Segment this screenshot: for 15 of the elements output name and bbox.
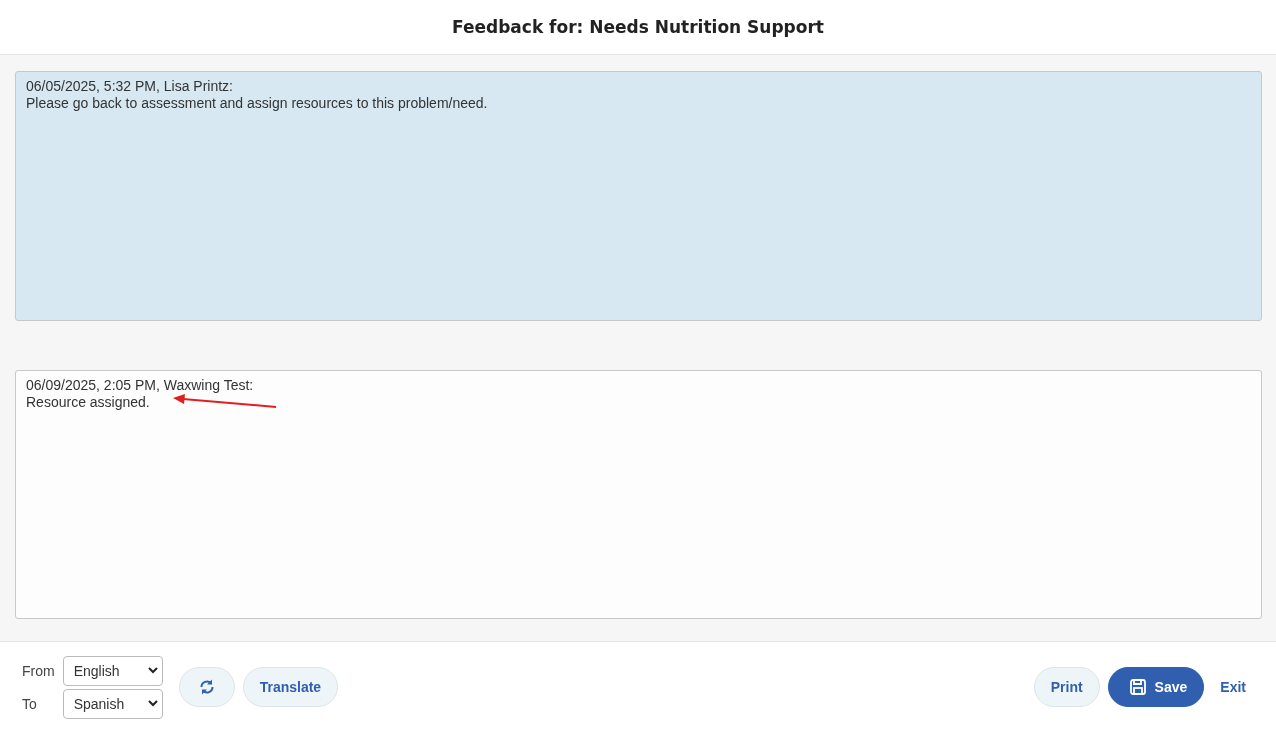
to-select[interactable]: Spanish [62, 688, 163, 719]
comment-header: 06/05/2025, 5:32 PM, Lisa Printz: [26, 77, 233, 95]
to-label: To [22, 695, 38, 712]
chevron-down-icon [147, 667, 158, 675]
comment-text: Please go back to assessment and assign resources to this problem/need. [26, 94, 488, 112]
exit-link[interactable]: Exit [1212, 675, 1254, 700]
print-button[interactable]: Print [1033, 667, 1100, 708]
swap-button[interactable] [178, 667, 235, 708]
dialog-title: Feedback for: Needs Nutrition Support [452, 16, 824, 37]
from-select[interactable]: English [62, 655, 163, 686]
chevron-down-icon [147, 700, 158, 708]
feedback-input[interactable]: 06/09/2025, 2:05 PM, Waxwing Test: Resource assigned. [15, 369, 1262, 619]
save-button[interactable]: Save [1107, 667, 1205, 708]
from-label: From [22, 662, 55, 679]
translate-button[interactable]: Translate [242, 667, 339, 708]
